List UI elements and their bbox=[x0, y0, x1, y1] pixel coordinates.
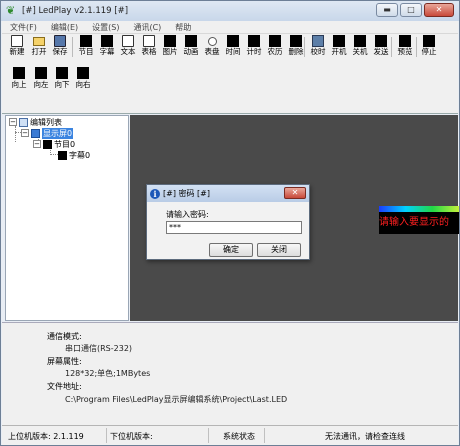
password-input[interactable] bbox=[166, 221, 302, 234]
maximize-button[interactable]: □ bbox=[400, 3, 422, 17]
tree-item-subtitle[interactable]: 字幕0 bbox=[58, 150, 90, 160]
arrow-right-icon bbox=[77, 67, 89, 79]
tree-connector bbox=[50, 154, 58, 155]
collapse-icon[interactable]: − bbox=[21, 129, 29, 137]
list-icon bbox=[19, 117, 28, 127]
menu-help[interactable]: 帮助 bbox=[175, 22, 191, 33]
preview-icon bbox=[399, 35, 411, 47]
tree-item-root[interactable]: − 编辑列表 bbox=[9, 117, 62, 127]
time-icon bbox=[227, 35, 239, 47]
arrow-up-icon bbox=[13, 67, 25, 79]
info-icon: i bbox=[150, 188, 160, 199]
send-icon bbox=[375, 35, 387, 47]
comm-status: 无法通讯，请检查连线 bbox=[325, 432, 405, 441]
computer-icon bbox=[312, 35, 324, 47]
minimize-button[interactable]: ▬ bbox=[376, 3, 398, 17]
save-button[interactable]: 保存 bbox=[49, 35, 71, 60]
tree-item-program[interactable]: − 节目0 bbox=[33, 139, 75, 149]
status-separator bbox=[208, 428, 209, 443]
stop-icon bbox=[423, 35, 435, 47]
stop-button[interactable]: 停止 bbox=[418, 35, 440, 60]
subtitle-icon bbox=[58, 150, 67, 160]
dialog-close-button[interactable]: ✕ bbox=[284, 187, 306, 199]
close-button[interactable]: ✕ bbox=[424, 3, 454, 17]
program-icon bbox=[43, 139, 52, 149]
table-icon bbox=[143, 35, 155, 47]
edit-tree-panel: − 编辑列表 − 显示屏0 − 节目0 字幕0 bbox=[5, 115, 129, 321]
move-toolbar: 向上 向左 向下 向右 bbox=[2, 59, 458, 114]
password-dialog: i [#] 密码 [#] ✕ 请输入密码: 确定 关闭 bbox=[146, 184, 310, 260]
app-window: ❦ [#] LedPlay v2.1.119 [#] ▬ □ ✕ 文件(F) 编… bbox=[0, 0, 460, 446]
menu-edit[interactable]: 编辑(E) bbox=[51, 22, 78, 33]
new-file-icon bbox=[11, 35, 23, 47]
arrow-left-icon bbox=[35, 67, 47, 79]
image-icon bbox=[164, 35, 176, 47]
status-separator bbox=[264, 428, 265, 443]
window-title: [#] LedPlay v2.1.119 [#] bbox=[22, 6, 129, 16]
close-dialog-button[interactable]: 关闭 bbox=[257, 243, 301, 257]
upper-version-status: 上位机版本: 2.1.119 bbox=[8, 432, 84, 441]
menu-file[interactable]: 文件(F) bbox=[10, 22, 37, 33]
tree-connector bbox=[15, 126, 16, 142]
file-addr-label: 文件地址: bbox=[47, 382, 82, 391]
status-bar: 上位机版本: 2.1.119 下位机版本: 系统状态 无法通讯，请检查连线 bbox=[2, 425, 458, 445]
lower-version-status: 下位机版本: bbox=[110, 432, 153, 441]
file-addr-value: C:\Program Files\LedPlay显示屏编辑系统\Project\… bbox=[65, 395, 288, 404]
password-prompt: 请输入密码: bbox=[166, 210, 209, 219]
power-off-icon bbox=[354, 35, 366, 47]
timer-icon bbox=[248, 35, 260, 47]
menu-bar: 文件(F) 编辑(E) 设置(S) 通讯(C) 帮助 bbox=[2, 21, 458, 33]
dialog-title-bar: i [#] 密码 [#] ✕ bbox=[147, 185, 309, 202]
preview-button[interactable]: 预览 bbox=[394, 35, 416, 60]
animation-icon bbox=[185, 35, 197, 47]
collapse-icon[interactable]: − bbox=[9, 118, 17, 126]
arrow-down-icon bbox=[56, 67, 68, 79]
collapse-icon[interactable]: − bbox=[33, 140, 41, 148]
move-right-button[interactable]: 向右 bbox=[72, 67, 94, 93]
comm-mode-label: 通信模式: bbox=[47, 332, 82, 341]
system-status: 系统状态 bbox=[223, 432, 255, 441]
send-button[interactable]: 发送 bbox=[370, 35, 392, 60]
tree-item-screen[interactable]: − 显示屏0 bbox=[21, 127, 74, 139]
status-separator bbox=[106, 428, 107, 443]
clock-icon bbox=[207, 37, 217, 46]
power-on-icon bbox=[333, 35, 345, 47]
lunar-icon bbox=[269, 35, 281, 47]
led-preview-text: 请输入要显示的 bbox=[379, 212, 459, 234]
menu-communication[interactable]: 通讯(C) bbox=[133, 22, 161, 33]
comm-mode-value: 串口通信(RS-232) bbox=[65, 344, 133, 353]
subtitle-icon bbox=[101, 35, 113, 47]
menu-settings[interactable]: 设置(S) bbox=[92, 22, 119, 33]
title-bar: ❦ [#] LedPlay v2.1.119 [#] ▬ □ ✕ bbox=[1, 1, 459, 21]
screen-icon bbox=[31, 128, 40, 138]
info-panel: 通信模式: 串口通信(RS-232) 屏幕属性: 128*32;单色;1MByt… bbox=[2, 322, 458, 425]
screen-attr-label: 屏幕属性: bbox=[47, 357, 82, 366]
program-icon bbox=[80, 35, 92, 47]
dialog-title: [#] 密码 [#] bbox=[163, 189, 210, 198]
folder-icon bbox=[33, 37, 45, 46]
delete-icon bbox=[290, 35, 302, 47]
ok-button[interactable]: 确定 bbox=[209, 243, 253, 257]
text-icon bbox=[122, 35, 134, 47]
save-icon bbox=[54, 35, 66, 47]
main-toolbar: 新建 打开 保存 节目 字幕 文本 表格 图片 动画 表盘 时间 计时 农历 删… bbox=[2, 33, 458, 59]
screen-attr-value: 128*32;单色;1MBytes bbox=[65, 369, 151, 378]
app-logo-icon: ❦ bbox=[6, 4, 16, 17]
